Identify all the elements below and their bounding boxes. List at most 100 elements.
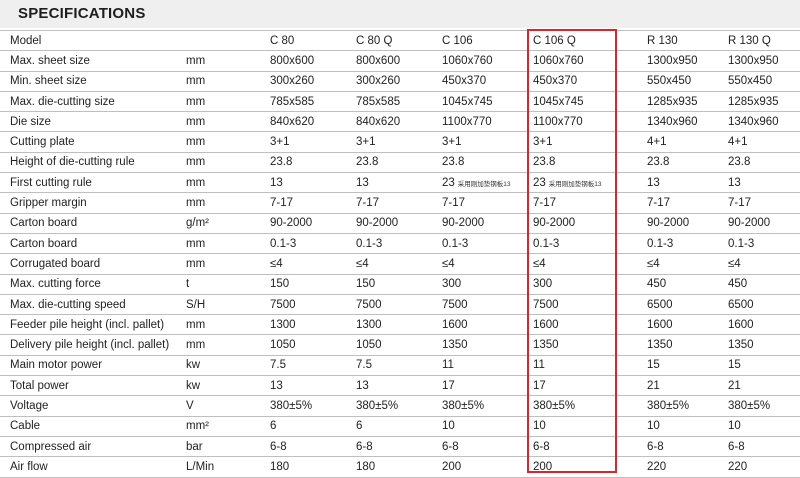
value-cell: 6-8	[264, 436, 350, 458]
value-text: 15	[647, 359, 660, 372]
unit-label: mm	[182, 172, 264, 194]
unit-label: mm	[182, 192, 264, 214]
value-text: 1600	[442, 318, 468, 331]
value-cell: 21	[641, 375, 722, 397]
value-text: 13	[270, 379, 283, 392]
value-cell: 300	[436, 274, 527, 295]
value-text: 23.8	[728, 156, 751, 169]
table-row: Max. die-cutting size mm 785x585 785x585 104…	[0, 91, 800, 113]
value-text: ≤4	[647, 257, 660, 270]
value-cell: 1100x770	[527, 111, 641, 133]
value-text: 13	[728, 176, 741, 189]
value-text: 800x600	[270, 54, 315, 67]
value-text: ≤4	[442, 257, 455, 270]
value-text: 785x585	[356, 95, 401, 108]
value-cell: 7-17	[641, 192, 722, 214]
value-cell: 150	[350, 274, 436, 295]
value-text: 220	[647, 460, 667, 473]
value-text: 13	[356, 379, 369, 392]
unit-label: mm	[182, 253, 264, 275]
value-text: 6-8	[356, 440, 373, 453]
value-cell: 7500	[527, 294, 641, 316]
value-cell: 380±5%	[350, 395, 436, 417]
table-row: Height of die-cutting rule mm 23.8 23.8 23.8…	[0, 152, 800, 174]
value-cell: 4+1	[641, 131, 722, 153]
value-text: 4+1	[647, 136, 667, 149]
value-text: 1350	[647, 339, 673, 352]
value-cell: ≤4	[641, 253, 722, 275]
value-cell: 0.1-3	[527, 233, 641, 255]
value-cell: 7-17	[527, 192, 641, 214]
value-cell: 11	[436, 355, 527, 377]
value-cell: 90-2000	[527, 213, 641, 234]
value-text: 0.1-3	[270, 237, 297, 250]
value-text: 220	[728, 460, 748, 473]
value-text: 300	[533, 278, 553, 291]
value-text: 785x585	[270, 95, 315, 108]
value-cell: 1350	[527, 334, 641, 356]
value-text: 3+1	[270, 136, 290, 149]
unit-label: mm	[182, 131, 264, 153]
table-row: Carton board g/m² 90-2000 90-2000 90-2000 90-…	[0, 213, 800, 234]
value-text: 380±5%	[270, 399, 313, 412]
value-cell: 13	[350, 375, 436, 397]
value-text: ≤4	[356, 257, 369, 270]
value-text: 11	[442, 359, 454, 372]
value-cell: 450	[722, 274, 800, 295]
value-cell: 785x585	[350, 91, 436, 113]
value-text: 6-8	[270, 440, 287, 453]
value-text: 1050	[270, 339, 296, 352]
value-text: 7-17	[270, 197, 294, 210]
value-cell: 6-8	[527, 436, 641, 458]
value-cell: 6-8	[722, 436, 800, 458]
value-text: 21	[728, 379, 741, 392]
param-label: Total power	[0, 375, 182, 397]
param-label: Carton board	[0, 233, 182, 255]
value-text: 550x450	[647, 75, 692, 88]
value-cell: 3+1	[527, 131, 641, 153]
value-text: 7500	[270, 298, 296, 311]
value-cell: 0.1-3	[641, 233, 722, 255]
value-cell: 1300	[264, 314, 350, 336]
table-row: Max. cutting force t 150 150 300 300 450 450	[0, 274, 800, 295]
value-cell: 450	[641, 274, 722, 295]
value-cell: 7-17	[264, 192, 350, 214]
value-text: 450x370	[442, 75, 487, 88]
header-model: C 80 Q	[350, 29, 436, 52]
value-text: ≤4	[270, 257, 283, 270]
value-text: 180	[356, 460, 376, 473]
value-cell: 785x585	[264, 91, 350, 113]
value-cell: 7500	[436, 294, 527, 316]
value-cell: 300	[527, 274, 641, 295]
value-text: 200	[533, 460, 553, 473]
value-cell: 300x260	[350, 71, 436, 92]
value-cell: 1060x760	[527, 50, 641, 72]
value-text: 23.8	[356, 156, 379, 169]
value-cell: 1600	[722, 314, 800, 336]
value-text: 1600	[647, 318, 673, 331]
unit-label: kw	[182, 375, 264, 397]
value-text: 1100x770	[533, 115, 583, 128]
table-row: Corrugated board mm ≤4 ≤4 ≤4 ≤4 ≤4 ≤4	[0, 253, 800, 275]
value-cell: 3+1	[264, 131, 350, 153]
value-cell: 13	[350, 172, 436, 194]
value-cell: 6-8	[350, 436, 436, 458]
value-cell: 90-2000	[722, 213, 800, 234]
param-label: Max. cutting force	[0, 274, 182, 295]
value-cell: 1300x950	[722, 50, 800, 72]
value-cell: 21	[722, 375, 800, 397]
value-text: 17	[533, 379, 546, 392]
value-cell: 1600	[641, 314, 722, 336]
value-text: 23.8	[647, 156, 670, 169]
value-cell: 380±5%	[527, 395, 641, 417]
value-text: 1600	[728, 318, 754, 331]
table-row: Delivery pile height (incl. pallet) mm 105…	[0, 334, 800, 356]
value-text: 1100x770	[442, 115, 492, 128]
param-label: First cutting rule	[0, 172, 182, 194]
unit-label: mm	[182, 111, 264, 133]
param-label: Carton board	[0, 213, 182, 234]
value-text: 1045x745	[442, 95, 493, 108]
value-cell: 0.1-3	[436, 233, 527, 255]
value-text: 13	[647, 176, 660, 189]
table-header-row: Model C 80 C 80 QC 106 C 106 QR 130 R 130 Q	[0, 29, 800, 52]
